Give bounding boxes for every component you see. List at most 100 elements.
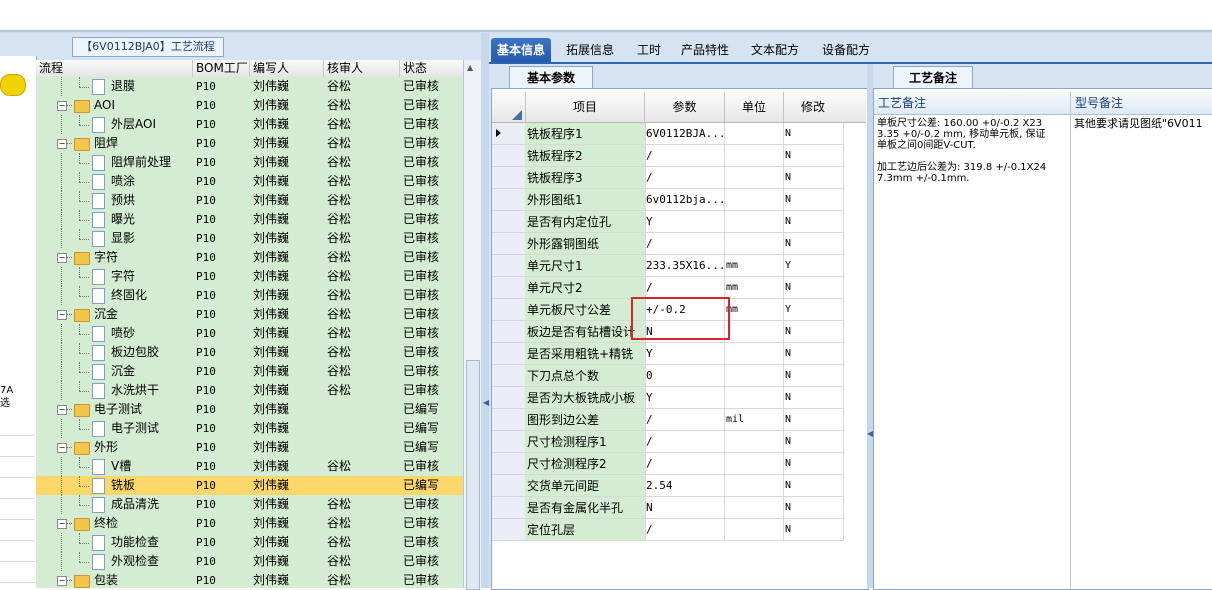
row-header[interactable]: [492, 277, 525, 299]
param-value-cell[interactable]: /: [644, 277, 725, 299]
param-modify-cell[interactable]: N: [783, 365, 844, 387]
param-unit-cell[interactable]: [724, 343, 784, 365]
tree-row[interactable]: 功能检查 P10 刘伟巍 谷松 已审核: [36, 533, 463, 552]
param-row[interactable]: 定位孔层 / N: [492, 519, 866, 541]
main-tab[interactable]: 设备配方: [822, 38, 870, 62]
param-unit-cell[interactable]: [724, 145, 784, 167]
tree-row[interactable]: − 字符 P10 刘伟巍 谷松 已审核: [36, 248, 463, 267]
param-modify-cell[interactable]: N: [783, 233, 844, 255]
main-tab[interactable]: 产品特性: [681, 38, 729, 62]
tree-row[interactable]: 水洗烘干 P10 刘伟巍 谷松 已审核: [36, 381, 463, 400]
collapse-icon[interactable]: −: [57, 405, 67, 415]
row-header[interactable]: [492, 453, 525, 475]
param-unit-cell[interactable]: mm: [724, 255, 784, 277]
tree-row[interactable]: 喷砂 P10 刘伟巍 谷松 已审核: [36, 324, 463, 343]
model-remark-text[interactable]: 其他要求请见图纸"6V011: [1074, 118, 1212, 129]
col-header-unit[interactable]: 单位: [724, 92, 783, 122]
param-row[interactable]: 单元尺寸1 233.35X16... mm Y: [492, 255, 866, 277]
param-unit-cell[interactable]: [724, 475, 784, 497]
row-header[interactable]: [492, 343, 525, 365]
param-value-cell[interactable]: 0: [644, 365, 725, 387]
param-row[interactable]: 铣板程序2/ N: [492, 145, 866, 167]
param-modify-cell[interactable]: N: [783, 431, 844, 453]
param-value-cell[interactable]: /: [644, 145, 725, 167]
row-header[interactable]: [492, 409, 525, 431]
param-row[interactable]: 铣板程序1 6V0112BJA... N: [492, 123, 866, 145]
tree-row[interactable]: 电子测试 P10 刘伟巍 已编写: [36, 419, 463, 438]
flow-tree-scrollbar[interactable]: ▲: [463, 60, 481, 590]
param-value-cell[interactable]: 6V0112BJA...: [644, 123, 725, 145]
param-value-cell[interactable]: /: [644, 233, 725, 255]
param-value-cell[interactable]: /: [644, 431, 725, 453]
param-value-cell[interactable]: Y: [644, 387, 725, 409]
col-header-reviewer[interactable]: 核审人: [323, 60, 363, 77]
param-unit-cell[interactable]: [724, 233, 784, 255]
tree-row[interactable]: 退膜 P10 刘伟巍 谷松 已审核: [36, 77, 463, 96]
tree-row[interactable]: − 外形 P10 刘伟巍 已编写: [36, 438, 463, 457]
select-all-corner-icon[interactable]: [512, 110, 522, 120]
param-row[interactable]: 单元尺寸2/mm N: [492, 277, 866, 299]
param-row[interactable]: 铣板程序3/ N: [492, 167, 866, 189]
param-row[interactable]: 外形图纸1 6v0112bja... N: [492, 189, 866, 211]
param-value-cell[interactable]: 2.54: [644, 475, 725, 497]
scroll-thumb[interactable]: [466, 360, 480, 590]
param-row[interactable]: 是否采用粗铣+精铣 Y N: [492, 343, 866, 365]
tree-row[interactable]: 终固化 P10 刘伟巍 谷松 已审核: [36, 286, 463, 305]
col-header-status[interactable]: 状态: [399, 60, 427, 77]
tree-row[interactable]: 喷涂 P10 刘伟巍 谷松 已审核: [36, 172, 463, 191]
param-value-cell[interactable]: 6v0112bja...: [644, 189, 725, 211]
param-unit-cell[interactable]: [724, 453, 784, 475]
param-modify-cell[interactable]: N: [783, 123, 844, 145]
param-unit-cell[interactable]: [724, 365, 784, 387]
tree-row[interactable]: − 电子测试 P10 刘伟巍 已编写: [36, 400, 463, 419]
param-unit-cell[interactable]: mm: [724, 299, 784, 321]
tree-row[interactable]: − AOI P10 刘伟巍 谷松 已审核: [36, 96, 463, 115]
param-unit-cell[interactable]: [724, 321, 784, 343]
param-unit-cell[interactable]: mil: [724, 409, 784, 431]
main-tab[interactable]: 基本信息: [491, 38, 552, 62]
collapse-icon[interactable]: −: [57, 101, 67, 111]
param-row[interactable]: 下刀点总个数 0 N: [492, 365, 866, 387]
tree-row[interactable]: 显影 P10 刘伟巍 谷松 已审核: [36, 229, 463, 248]
param-row[interactable]: 图形到边公差 / mil N: [492, 409, 866, 431]
row-header[interactable]: [492, 123, 525, 145]
col-header-bom[interactable]: BOM工厂: [192, 60, 248, 77]
col-header-writer[interactable]: 编写人: [249, 60, 289, 77]
param-value-cell[interactable]: Y: [644, 211, 725, 233]
param-value-cell[interactable]: N: [644, 497, 725, 519]
collapse-icon[interactable]: −: [57, 443, 67, 453]
row-header[interactable]: [492, 233, 525, 255]
param-value-cell[interactable]: Y: [644, 343, 725, 365]
collapse-icon[interactable]: −: [57, 310, 67, 320]
row-header[interactable]: [492, 497, 525, 519]
scroll-up-icon[interactable]: ▲: [467, 63, 473, 72]
param-modify-cell[interactable]: N: [783, 211, 844, 233]
param-unit-cell[interactable]: [724, 189, 784, 211]
row-header[interactable]: [492, 365, 525, 387]
row-header[interactable]: [492, 299, 525, 321]
main-tab[interactable]: 工时: [637, 38, 661, 62]
param-unit-cell[interactable]: [724, 167, 784, 189]
param-row[interactable]: 是否有金属化半孔 N N: [492, 497, 866, 519]
collapse-icon[interactable]: −: [57, 253, 67, 263]
param-modify-cell[interactable]: N: [783, 321, 844, 343]
message-bubble-icon[interactable]: [0, 74, 26, 96]
param-unit-cell[interactable]: [724, 497, 784, 519]
tree-row[interactable]: V槽 P10 刘伟巍 谷松 已审核: [36, 457, 463, 476]
param-row[interactable]: 交货单元间距 2.54 N: [492, 475, 866, 497]
splitter-grip-icon[interactable]: ◀: [483, 398, 489, 407]
tree-row[interactable]: 成品清洗 P10 刘伟巍 谷松 已审核: [36, 495, 463, 514]
main-tab[interactable]: 文本配方: [751, 38, 799, 62]
param-modify-cell[interactable]: N: [783, 277, 844, 299]
param-unit-cell[interactable]: [724, 519, 784, 541]
col-header-modify[interactable]: 修改: [783, 92, 842, 122]
tab-basic-params[interactable]: 基本参数: [509, 66, 593, 89]
main-tab[interactable]: 拓展信息: [566, 38, 614, 62]
param-modify-cell[interactable]: N: [783, 145, 844, 167]
row-header[interactable]: [492, 387, 525, 409]
param-value-cell[interactable]: /: [644, 409, 725, 431]
tree-row[interactable]: 铣板 P10 刘伟巍 已编写: [36, 476, 463, 495]
tree-row[interactable]: − 阻焊 P10 刘伟巍 谷松 已审核: [36, 134, 463, 153]
tree-row[interactable]: − 包装 P10 刘伟巍 谷松 已审核: [36, 571, 463, 588]
param-unit-cell[interactable]: [724, 387, 784, 409]
